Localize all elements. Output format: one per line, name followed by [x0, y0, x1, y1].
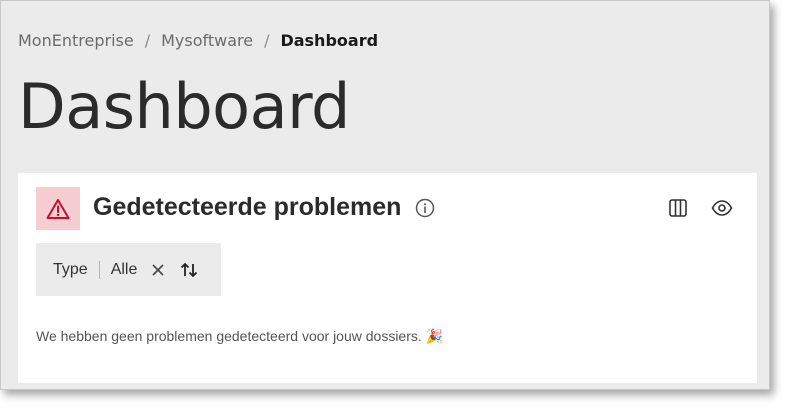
app-window: MonEntreprise / Mysoftware / Dashboard D…: [0, 0, 770, 390]
columns-icon[interactable]: [668, 198, 688, 222]
breadcrumb-current: Dashboard: [280, 31, 379, 50]
sort-arrows-icon[interactable]: [179, 260, 199, 280]
breadcrumb-item-company[interactable]: MonEntreprise: [18, 31, 134, 50]
breadcrumb-separator: /: [264, 31, 270, 50]
card-title: Gedetecteerde problemen: [93, 193, 402, 221]
eye-icon[interactable]: [711, 198, 733, 222]
warning-triangle-icon: [46, 198, 70, 220]
filter-label: Type: [53, 260, 88, 278]
type-filter[interactable]: Type Alle: [36, 243, 221, 296]
breadcrumb-separator: /: [144, 31, 151, 50]
info-icon[interactable]: [415, 198, 435, 222]
close-icon[interactable]: [151, 263, 165, 277]
breadcrumb: MonEntreprise / Mysoftware / Dashboard: [18, 31, 378, 50]
breadcrumb-item-software[interactable]: Mysoftware: [161, 31, 253, 50]
problems-card: Gedetecteerde problemen Type Alle We heb…: [18, 173, 757, 383]
empty-state-message: We hebben geen problemen gedetecteerd vo…: [36, 328, 444, 344]
page-title: Dashboard: [18, 70, 350, 143]
filter-value[interactable]: Alle: [111, 261, 138, 279]
warning-badge: [36, 187, 80, 230]
filter-divider: [98, 260, 100, 279]
